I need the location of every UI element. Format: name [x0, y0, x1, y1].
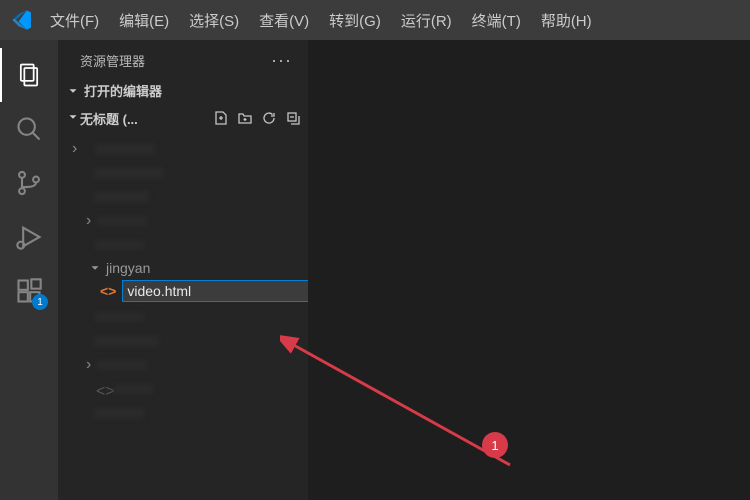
explorer-header: 资源管理器 ···: [58, 40, 308, 77]
open-editors-section[interactable]: 打开的编辑器: [58, 77, 308, 104]
extensions-badge: 1: [32, 294, 48, 310]
vscode-logo-icon: [8, 0, 36, 40]
tree-item-blurred: ›: [58, 210, 308, 232]
tree-item-blurred: [58, 402, 308, 424]
collapse-all-icon[interactable]: [282, 107, 304, 129]
extensions-icon[interactable]: 1: [0, 264, 58, 318]
tree-item-blurred: [58, 234, 308, 256]
more-actions-icon[interactable]: ···: [271, 50, 298, 71]
title-bar: 文件(F) 编辑(E) 选择(S) 查看(V) 转到(G) 运行(R) 终端(T…: [0, 0, 750, 40]
source-control-icon[interactable]: [0, 156, 58, 210]
tree-item-blurred: [58, 330, 308, 352]
filename-input[interactable]: [122, 280, 313, 302]
folder-label: jingyan: [106, 260, 150, 276]
run-debug-icon[interactable]: [0, 210, 58, 264]
menu-select[interactable]: 选择(S): [179, 0, 249, 40]
menu-goto[interactable]: 转到(G): [319, 0, 391, 40]
menu-terminal[interactable]: 终端(T): [462, 0, 531, 40]
open-editors-label: 打开的编辑器: [84, 81, 162, 100]
tree-item-blurred: [58, 162, 308, 184]
explorer-sidebar: 资源管理器 ··· 打开的编辑器 无标题 (... › ›: [58, 40, 308, 500]
menu-help[interactable]: 帮助(H): [531, 0, 602, 40]
tree-item-blurred: [58, 186, 308, 208]
file-tree: › › jingyan <> › <>: [58, 132, 308, 426]
editor-area: [308, 40, 750, 500]
menu-run[interactable]: 运行(R): [391, 0, 462, 40]
menu-edit[interactable]: 编辑(E): [109, 0, 179, 40]
workspace-label: 无标题 (...: [80, 109, 138, 128]
explorer-icon[interactable]: [0, 48, 58, 102]
tree-item-blurred: ›: [58, 138, 308, 160]
chevron-down-icon: [66, 84, 80, 98]
html-file-icon: <>: [100, 283, 116, 299]
chevron-down-icon: [88, 261, 102, 275]
menu-view[interactable]: 查看(V): [249, 0, 319, 40]
folder-jingyan[interactable]: jingyan: [58, 258, 308, 278]
menu-file[interactable]: 文件(F): [40, 0, 109, 40]
tree-item-blurred: <>: [58, 378, 308, 400]
tree-item-blurred: [58, 306, 308, 328]
workspace-section[interactable]: 无标题 (...: [58, 104, 308, 132]
explorer-title: 资源管理器: [80, 51, 145, 70]
new-file-icon[interactable]: [210, 107, 232, 129]
new-file-row: <>: [58, 278, 308, 304]
new-folder-icon[interactable]: [234, 107, 256, 129]
workspace-actions: [210, 107, 304, 129]
search-icon[interactable]: [0, 102, 58, 156]
activity-bar: 1: [0, 40, 58, 500]
menu-bar: 文件(F) 编辑(E) 选择(S) 查看(V) 转到(G) 运行(R) 终端(T…: [40, 0, 602, 40]
tree-item-blurred: ›: [58, 354, 308, 376]
refresh-icon[interactable]: [258, 107, 280, 129]
chevron-down-icon: [66, 110, 80, 127]
